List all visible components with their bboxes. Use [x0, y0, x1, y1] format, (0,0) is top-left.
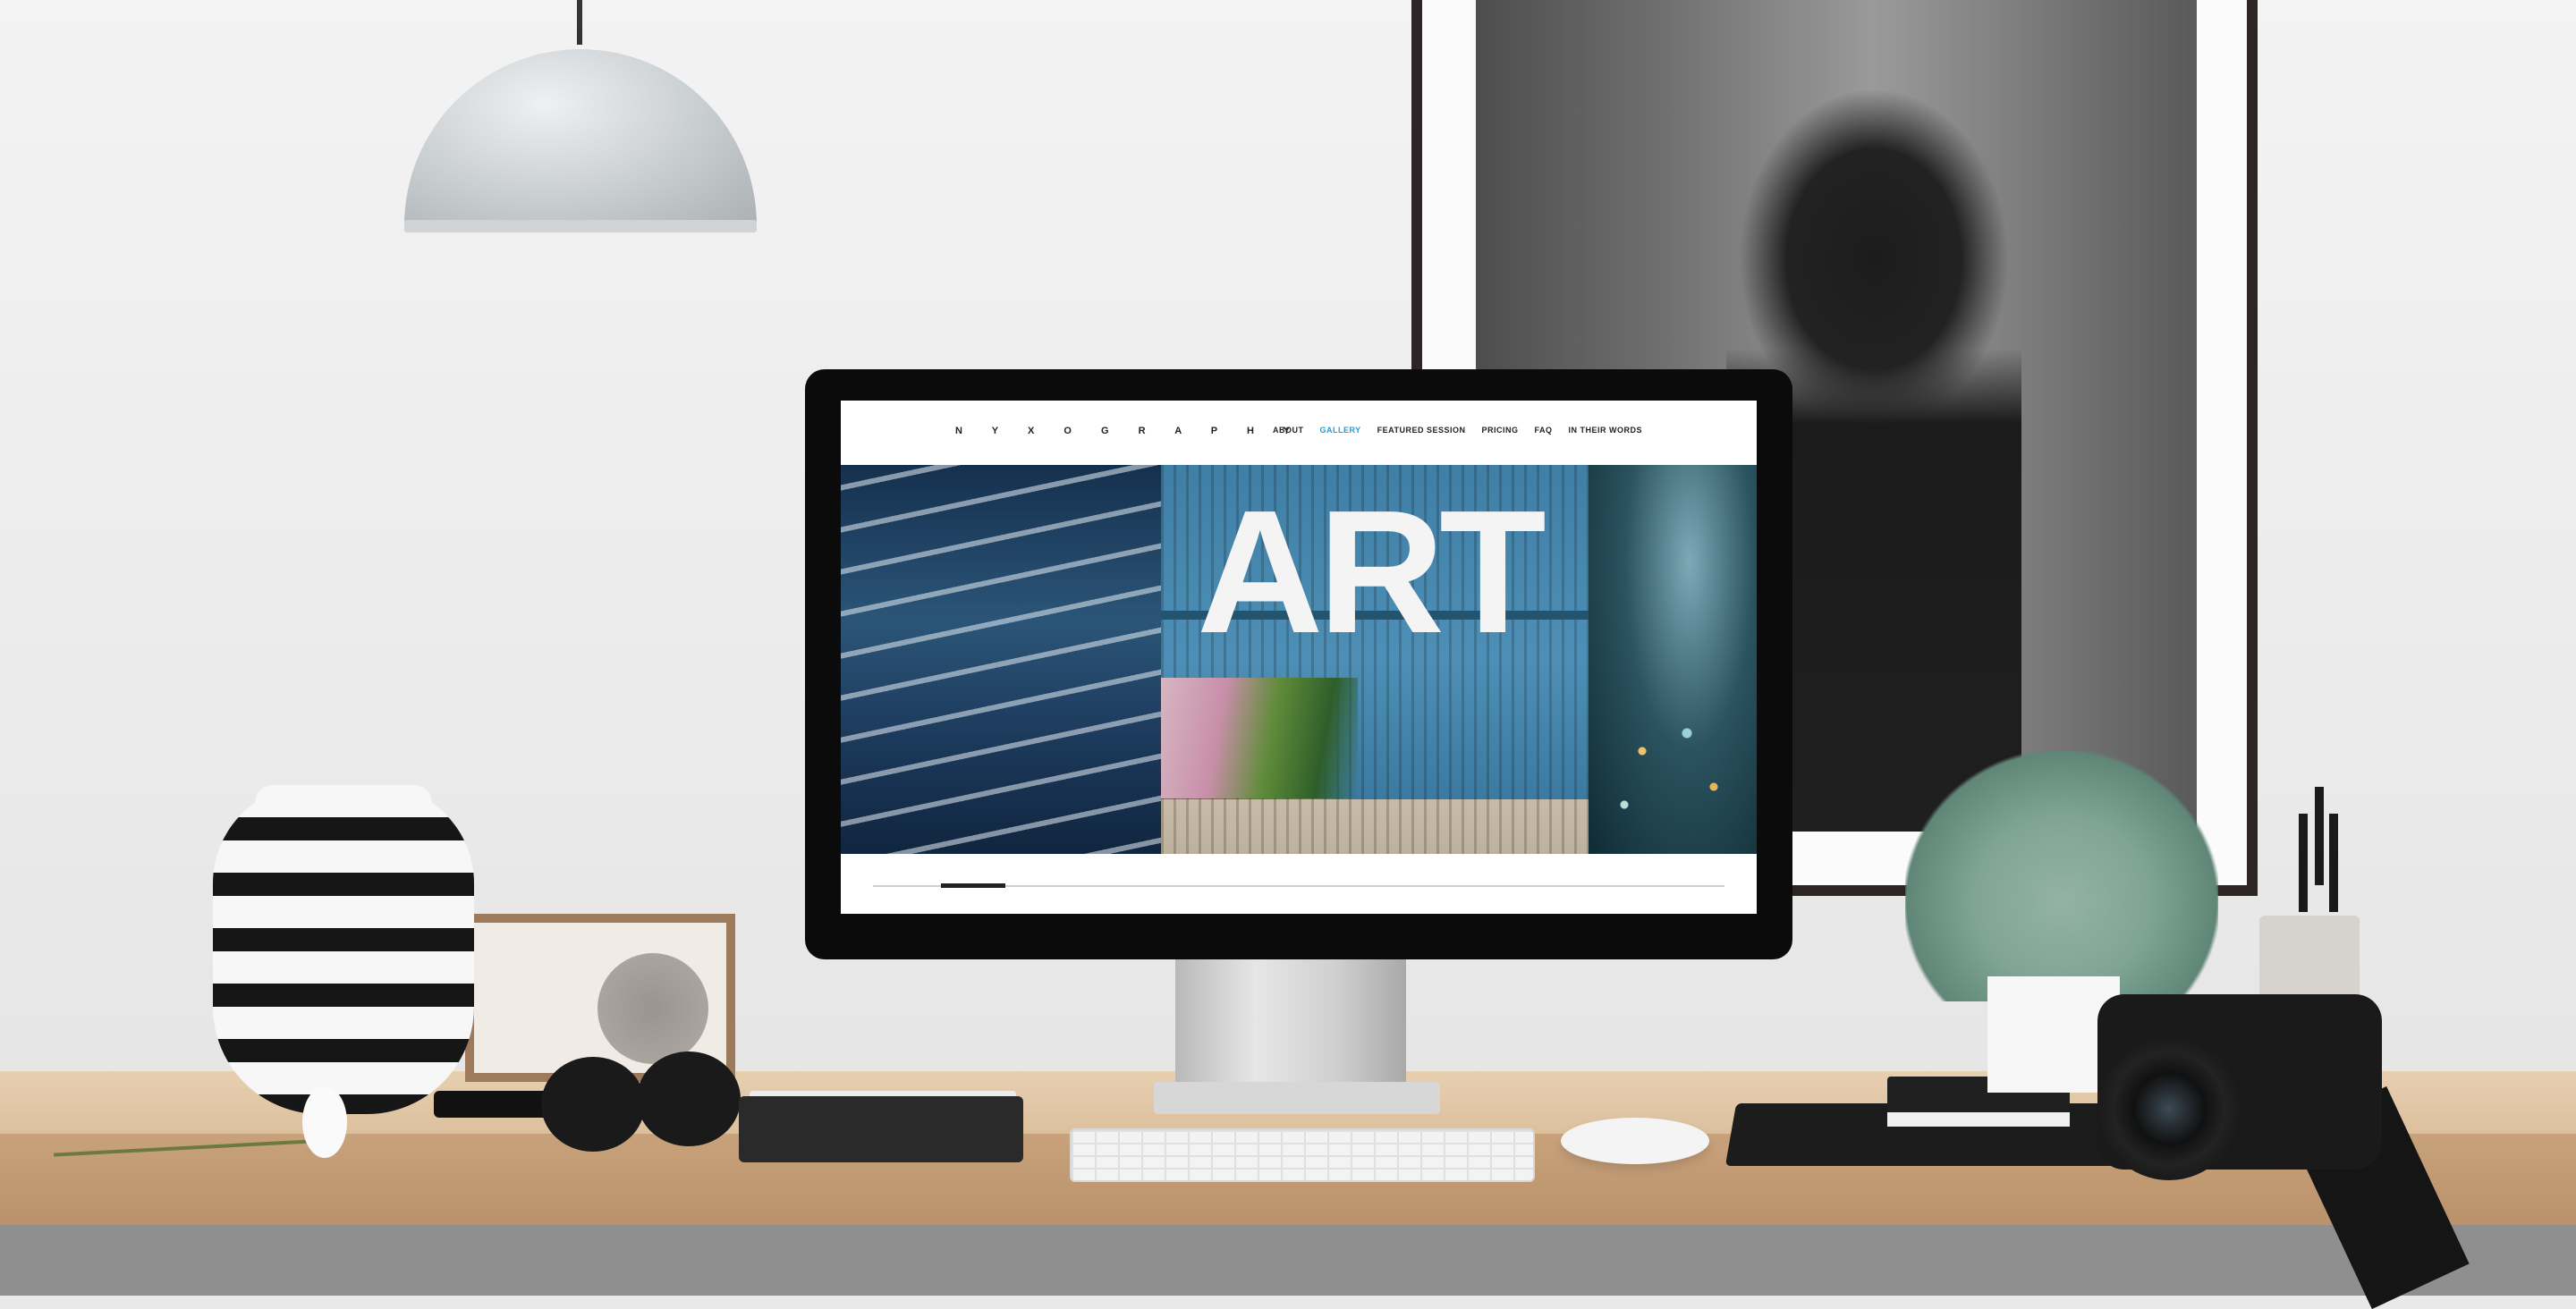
pen — [2329, 814, 2338, 912]
speaker-grill — [597, 953, 708, 1064]
monitor-stand-foot — [1154, 1082, 1440, 1114]
book-pages — [1887, 1112, 2070, 1127]
headphones-band — [434, 1091, 550, 1118]
nav-item-gallery[interactable]: GALLERY — [1319, 426, 1360, 435]
floor — [0, 1225, 2576, 1296]
nav-item-faq[interactable]: FAQ — [1534, 426, 1552, 435]
art-lettering: ART — [1197, 474, 1546, 670]
binder — [739, 1096, 1023, 1162]
gallery-carousel[interactable]: ART — [841, 465, 1757, 854]
lamp-cord — [577, 0, 582, 45]
camera-lens — [2097, 1037, 2241, 1180]
gallery-image-art-containers[interactable]: ART — [1161, 465, 1589, 854]
headphones-icon — [541, 1057, 645, 1152]
brush — [2315, 787, 2324, 885]
succulent-plant — [1905, 751, 2218, 1001]
pen — [2299, 814, 2308, 912]
nav-item-in-their-words[interactable]: IN THEIR WORDS — [1569, 426, 1643, 435]
gallery-scrollbar-thumb[interactable] — [941, 883, 1005, 888]
site-nav: ABOUT GALLERY FEATURED SESSION PRICING F… — [1273, 426, 1642, 435]
monitor-stand — [1175, 959, 1406, 1094]
lamp-rim — [404, 220, 757, 232]
nav-item-about[interactable]: ABOUT — [1273, 426, 1304, 435]
keyboard — [1070, 1128, 1535, 1182]
site-logo[interactable]: N Y X O G R A P H Y — [955, 426, 1303, 436]
mouse — [1561, 1118, 1709, 1164]
nav-item-featured-session[interactable]: FEATURED SESSION — [1377, 426, 1466, 435]
monitor-screen: N Y X O G R A P H Y ABOUT GALLERY FEATUR… — [841, 401, 1757, 914]
headphones-cup — [637, 1051, 741, 1146]
flower-icon — [302, 1086, 347, 1158]
striped-vase — [213, 785, 474, 1114]
gallery-image-bokeh[interactable] — [1589, 465, 1757, 854]
nav-item-pricing[interactable]: PRICING — [1481, 426, 1518, 435]
gallery-image-ocean[interactable] — [841, 465, 1161, 854]
graffiti — [1161, 678, 1358, 798]
site-header: N Y X O G R A P H Y ABOUT GALLERY FEATUR… — [841, 401, 1757, 463]
